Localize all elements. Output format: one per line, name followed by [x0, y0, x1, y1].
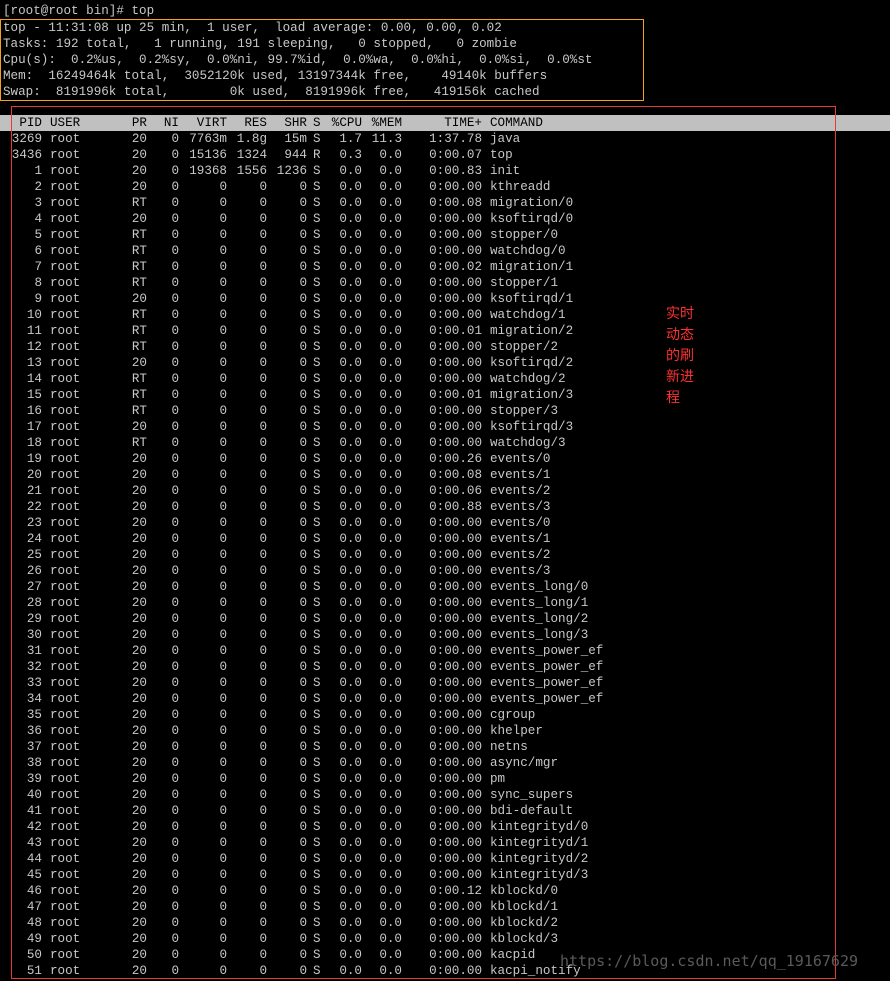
annotation-note: 实时动态的刷新进程 [666, 306, 694, 406]
watermark: https://blog.csdn.net/qq_19167629 [560, 952, 859, 970]
summary-swap-line: Swap: 8191996k total, 0k used, 8191996k … [3, 85, 540, 99]
process-list-highlight-box [11, 106, 836, 979]
summary-box: top - 11:31:08 up 25 min, 1 user, load a… [0, 19, 644, 101]
command-prompt-line: [root@root bin]# top [3, 4, 155, 18]
summary-uptime-line: top - 11:31:08 up 25 min, 1 user, load a… [3, 21, 502, 35]
summary-tasks-line: Tasks: 192 total, 1 running, 191 sleepin… [3, 37, 517, 51]
summary-cpu-line: Cpu(s): 0.2%us, 0.2%sy, 0.0%ni, 99.7%id,… [3, 53, 593, 67]
summary-mem-line: Mem: 16249464k total, 3052120k used, 131… [3, 69, 548, 83]
